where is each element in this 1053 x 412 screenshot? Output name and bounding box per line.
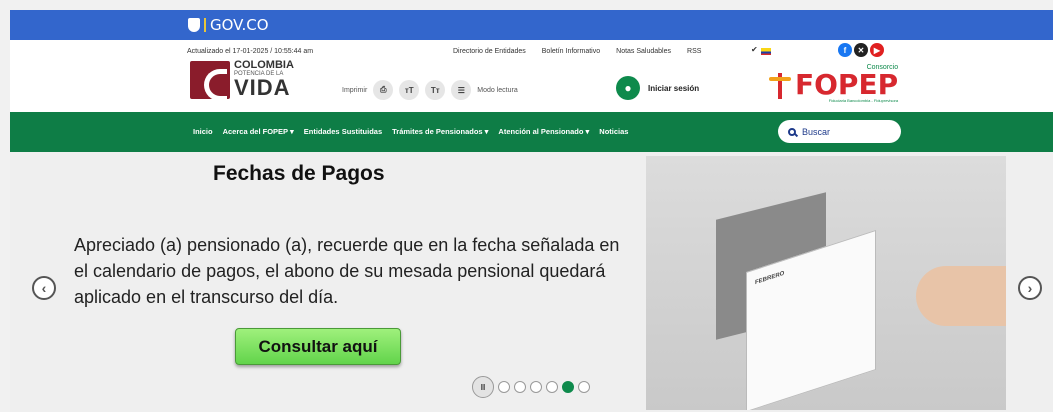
- increase-text-icon[interactable]: тT: [399, 80, 420, 100]
- colombia-logo-line1: COLOMBIA: [234, 59, 294, 71]
- language-check-icon[interactable]: ✔: [751, 45, 758, 54]
- login-label: Iniciar sesión: [648, 83, 700, 93]
- chevron-left-icon: ‹: [41, 280, 47, 296]
- nav-item-acerca[interactable]: Acerca del FOPEP ▾: [223, 127, 294, 136]
- shield-icon: [188, 18, 200, 32]
- link-rss[interactable]: RSS: [687, 48, 701, 55]
- link-directorio[interactable]: Directorio de Entidades: [453, 48, 526, 55]
- print-icon[interactable]: ⎙: [373, 80, 394, 100]
- login-button[interactable]: ● Iniciar sesión: [616, 76, 699, 100]
- main-nav: Inicio Acerca del FOPEP ▾ Entidades Sust…: [10, 112, 1053, 152]
- carousel-dot[interactable]: [546, 381, 558, 393]
- carousel-dot[interactable]: [578, 381, 590, 393]
- gov-bar-divider: [204, 18, 206, 32]
- nav-item-tramites[interactable]: Trámites de Pensionados ▾: [392, 127, 488, 136]
- fopep-logo-sub: Fiduciaria Bancolombia - Fiduprevisora: [828, 98, 899, 103]
- page-frame: GOV.CO Actualizado el 17-01-2025 / 10:55…: [10, 10, 1053, 412]
- nav-item-inicio[interactable]: Inicio: [193, 127, 213, 136]
- carousel-dot[interactable]: [530, 381, 542, 393]
- search-placeholder: Buscar: [802, 126, 831, 137]
- chevron-right-icon: ›: [1027, 280, 1033, 296]
- fopep-logo-main: FOPEP: [795, 68, 899, 101]
- carousel-dot[interactable]: [514, 381, 526, 393]
- carousel-dot-active[interactable]: [562, 381, 574, 393]
- nav-item-atencion[interactable]: Atención al Pensionado ▾: [498, 127, 589, 136]
- banner-text: Apreciado (a) pensionado (a), recuerde q…: [74, 235, 620, 307]
- carousel-indicators: II: [472, 376, 590, 398]
- search-icon: [788, 127, 796, 136]
- decrease-text-icon[interactable]: Tт: [425, 80, 446, 100]
- link-boletin[interactable]: Boletín Informativo: [542, 48, 600, 55]
- gov-logo[interactable]: GOV.CO: [188, 16, 269, 34]
- colombia-mark-icon: [190, 60, 230, 101]
- x-icon[interactable]: ✕: [854, 43, 868, 57]
- carousel-prev-button[interactable]: ‹: [32, 276, 56, 300]
- colombia-logo[interactable]: COLOMBIA POTENCIA DE LA VIDA: [190, 59, 294, 101]
- colombia-logo-line3: VIDA: [234, 75, 291, 100]
- search-input[interactable]: Buscar: [778, 120, 901, 143]
- social-links: f ✕ ▶: [838, 43, 884, 57]
- calendar-image: FEBRERO: [646, 156, 1006, 410]
- carousel-next-button[interactable]: ›: [1018, 276, 1042, 300]
- hero-carousel: Fechas de Pagos Apreciado (a) pensionado…: [10, 152, 1053, 412]
- nav-item-noticias[interactable]: Noticias: [599, 127, 628, 136]
- reading-mode-icon[interactable]: ☰: [451, 80, 472, 100]
- link-notas[interactable]: Notas Saludables: [616, 48, 671, 55]
- colombia-flag-icon[interactable]: [761, 48, 771, 55]
- site-header: Actualizado el 17-01-2025 / 10:55:44 am …: [10, 40, 1053, 112]
- calendar-month: FEBRERO: [755, 270, 785, 287]
- banner-title: Fechas de Pagos: [213, 162, 385, 185]
- facebook-icon[interactable]: f: [838, 43, 852, 57]
- top-links: Directorio de Entidades Boletín Informat…: [453, 48, 701, 55]
- carousel-dot[interactable]: [498, 381, 510, 393]
- hand-image: [916, 266, 1006, 326]
- fopep-logo[interactable]: Consorcio FOPEP Fiduciaria Bancolombia -…: [765, 64, 898, 103]
- user-icon: ●: [616, 76, 640, 100]
- reading-mode-label[interactable]: Modo lectura: [477, 87, 517, 94]
- nav-item-entidades[interactable]: Entidades Sustituidas: [304, 127, 382, 136]
- accessibility-tools: Imprimir ⎙ тT Tт ☰ Modo lectura: [342, 80, 518, 100]
- print-label: Imprimir: [342, 86, 368, 94]
- pause-icon[interactable]: II: [472, 376, 494, 398]
- youtube-icon[interactable]: ▶: [870, 43, 884, 57]
- consult-button[interactable]: Consultar aquí: [235, 328, 401, 365]
- fopep-symbol-icon: [765, 67, 795, 101]
- gov-bar: GOV.CO: [10, 10, 1053, 40]
- gov-logo-text: GOV.CO: [210, 16, 269, 34]
- last-updated: Actualizado el 17-01-2025 / 10:55:44 am: [187, 48, 314, 55]
